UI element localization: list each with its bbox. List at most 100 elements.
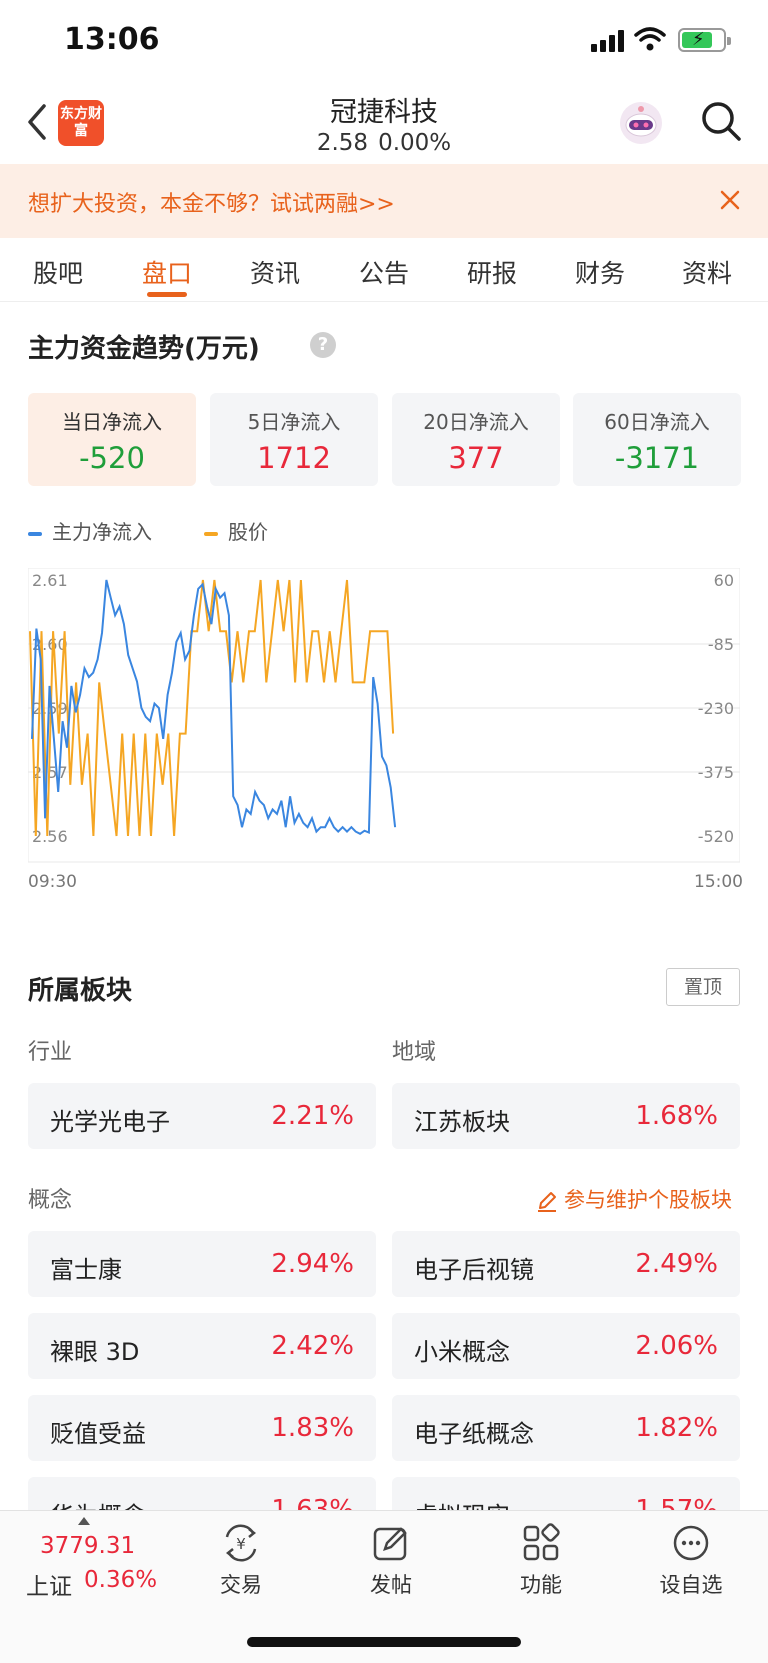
card-label: 5日净流入	[247, 410, 341, 434]
concept-block[interactable]: 电子纸概念 1.82%	[392, 1395, 740, 1461]
legend-inflow: 主力净流入	[28, 516, 152, 545]
y-right-tick-label: -520	[698, 827, 734, 846]
robot-assistant-icon[interactable]	[618, 100, 664, 146]
post-label: 发帖	[370, 1573, 412, 1597]
card-label: 20日净流入	[423, 410, 529, 434]
concept-block[interactable]: 小米概念 2.06%	[392, 1313, 740, 1379]
functions-label: 功能	[520, 1573, 562, 1597]
card-value: -3171	[614, 441, 700, 475]
customize-watchlist-button[interactable]: 设自选	[646, 1523, 736, 1599]
customize-watchlist-label: 设自选	[659, 1573, 723, 1597]
home-indicator	[247, 1637, 521, 1647]
concept-block[interactable]: 电子后视镜 2.49%	[392, 1231, 740, 1297]
maintain-sectors-link[interactable]: 参与维护个股板块	[536, 1184, 732, 1214]
concept-change: 2.49%	[635, 1249, 718, 1279]
sectors-title: 所属板块	[28, 976, 133, 1006]
tab-announcements[interactable]: 公告	[344, 254, 424, 290]
pin-to-top-button[interactable]: 置顶	[666, 968, 740, 1006]
y-left-tick-label: 2.56	[32, 827, 68, 846]
sector-industry[interactable]: 光学光电子 2.21%	[28, 1083, 376, 1149]
active-tab-indicator	[147, 292, 187, 297]
y-left-tick-label: 2.61	[32, 571, 68, 590]
card-60day-inflow[interactable]: 60日净流入 -3171	[573, 393, 741, 486]
fund-flow-chart[interactable]: 2.612.602.592.572.56 60-85-230-375-520	[28, 568, 740, 868]
sector-region[interactable]: 江苏板块 1.68%	[392, 1083, 740, 1149]
concept-change: 2.42%	[271, 1331, 354, 1361]
concept-name: 贬值受益	[50, 1420, 146, 1448]
status-bar: 13:06 ⚡	[0, 0, 768, 84]
card-label: 当日净流入	[62, 410, 162, 434]
legend-price-swatch	[204, 531, 218, 536]
concept-name: 小米概念	[414, 1338, 510, 1366]
concept-block[interactable]: 富士康 2.94%	[28, 1231, 376, 1297]
concept-name: 裸眼 3D	[50, 1338, 140, 1366]
concept-change: 2.06%	[635, 1331, 718, 1361]
pencil-icon	[538, 1192, 556, 1212]
chart-time-end: 15:00	[694, 872, 743, 892]
concept-change: 1.83%	[271, 1413, 354, 1443]
concept-block[interactable]: 贬值受益 1.83%	[28, 1395, 376, 1461]
trade-icon: ¥	[225, 1524, 257, 1562]
inflow-line	[31, 579, 397, 835]
card-value: 1712	[257, 441, 331, 475]
promo-text[interactable]: 想扩大投资，本金不够？试试两融>>	[28, 186, 395, 218]
concept-name: 电子后视镜	[414, 1256, 534, 1284]
tab-guba[interactable]: 股吧	[18, 254, 98, 290]
tab-bar: 股吧 盘口 资讯 公告 研报 财务 资料	[0, 238, 768, 302]
cellular-signal-icon	[591, 30, 625, 52]
y-right-ticks: 60 -85 -230 -375 -520	[698, 571, 734, 846]
index-value[interactable]: 3779.31	[40, 1533, 135, 1559]
card-value: 377	[448, 441, 504, 475]
y-right-tick-label: -85	[708, 635, 734, 654]
card-label: 60日净流入	[604, 410, 710, 434]
y-right-tick-label: -375	[698, 763, 734, 782]
tab-news[interactable]: 资讯	[235, 254, 315, 290]
grid-apps-icon	[523, 1523, 560, 1561]
battery-icon: ⚡	[678, 28, 731, 52]
concept-label: 概念	[28, 1188, 73, 1213]
legend-price-label: 股价	[228, 520, 268, 544]
promo-banner[interactable]: 想扩大投资，本金不够？试试两融>>	[0, 164, 768, 238]
tab-pankou[interactable]: 盘口	[127, 254, 207, 290]
concept-block[interactable]: 裸眼 3D 2.42%	[28, 1313, 376, 1379]
concept-name: 富士康	[50, 1256, 122, 1284]
legend-price: 股价	[204, 516, 268, 545]
help-icon[interactable]: ?	[310, 332, 336, 358]
sector-change: 1.68%	[635, 1101, 718, 1131]
card-20day-inflow[interactable]: 20日净流入 377	[392, 393, 560, 486]
trade-button[interactable]: ¥ 交易	[196, 1523, 286, 1599]
region-label: 地域	[392, 1040, 437, 1065]
index-name[interactable]: 上证	[26, 1567, 72, 1601]
post-button[interactable]: 发帖	[346, 1523, 436, 1599]
close-icon[interactable]	[718, 188, 742, 212]
tab-finance[interactable]: 财务	[560, 254, 640, 290]
tab-profile[interactable]: 资料	[667, 254, 747, 290]
functions-button[interactable]: 功能	[496, 1523, 586, 1599]
card-today-inflow[interactable]: 当日净流入 -520	[28, 393, 196, 486]
card-5day-inflow[interactable]: 5日净流入 1712	[210, 393, 378, 486]
concept-change: 1.82%	[635, 1413, 718, 1443]
trade-label: 交易	[220, 1573, 262, 1597]
status-time: 13:06	[64, 22, 160, 57]
sector-name: 江苏板块	[414, 1108, 510, 1136]
sector-name: 光学光电子	[50, 1108, 170, 1136]
svg-text:¥: ¥	[236, 1535, 246, 1553]
stock-detail-screen: 13:06 ⚡ 东方财富 冠捷科技 2.58 0.00% 想扩大投资，本金不够？…	[0, 0, 768, 1663]
industry-label: 行业	[28, 1040, 73, 1065]
nav-header: 东方财富 冠捷科技 2.58 0.00%	[0, 84, 768, 164]
y-right-tick-label: 60	[714, 571, 734, 590]
concept-change: 2.94%	[271, 1249, 354, 1279]
expand-up-icon[interactable]	[78, 1517, 90, 1525]
tab-research[interactable]: 研报	[452, 254, 532, 290]
wifi-icon	[634, 27, 666, 51]
chart-time-start: 09:30	[28, 872, 77, 892]
edit-post-icon	[373, 1527, 407, 1561]
card-value: -520	[79, 441, 145, 475]
sector-change: 2.21%	[271, 1101, 354, 1131]
legend-inflow-swatch	[28, 531, 42, 536]
stock-price: 2.58	[316, 130, 369, 156]
search-icon[interactable]	[700, 100, 742, 142]
index-change[interactable]: 0.36%	[84, 1567, 157, 1593]
maintain-sectors-label: 参与维护个股板块	[564, 1188, 732, 1212]
stock-change: 0.00%	[378, 130, 452, 156]
